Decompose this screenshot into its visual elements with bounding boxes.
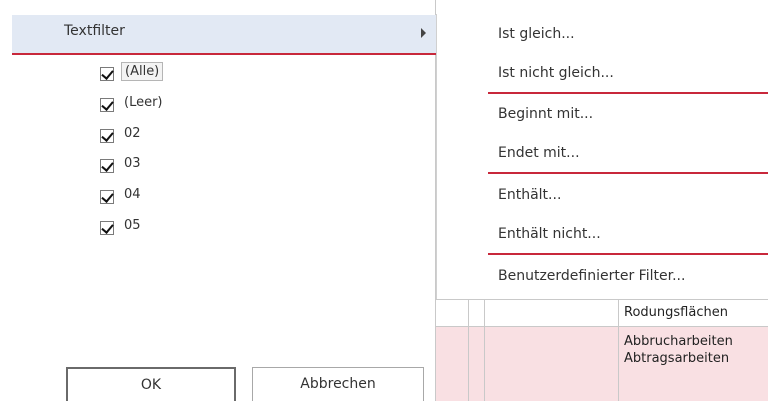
checkbox-icon[interactable] xyxy=(100,98,114,112)
checkbox-icon[interactable] xyxy=(100,159,114,173)
table-cell: Rodungsflächen xyxy=(624,305,728,320)
menu-item-ist-gleich[interactable]: Ist gleich... xyxy=(498,26,575,42)
data-grid: Rodungsflächen Abbrucharbeiten Abtragsar… xyxy=(436,299,768,401)
list-item-label: (Alle) xyxy=(121,62,164,81)
cell-line: Abbrucharbeiten xyxy=(624,334,733,349)
textfilter-menu-item[interactable]: Textfilter xyxy=(12,15,436,55)
chevron-right-icon xyxy=(421,28,426,38)
table-cell: Abbrucharbeiten Abtragsarbeiten xyxy=(624,333,733,367)
list-item-03[interactable]: 03 xyxy=(100,154,300,178)
list-item-alle[interactable]: (Alle) xyxy=(100,62,300,86)
ok-button[interactable]: OK xyxy=(66,367,236,401)
menu-item-endet-mit[interactable]: Endet mit... xyxy=(498,145,580,161)
menu-item-beginnt-mit[interactable]: Beginnt mit... xyxy=(498,106,593,122)
menu-separator xyxy=(488,253,768,255)
checkbox-icon[interactable] xyxy=(100,221,114,235)
column-divider xyxy=(468,299,469,401)
checkbox-icon[interactable] xyxy=(100,190,114,204)
checkbox-icon[interactable] xyxy=(100,129,114,143)
menu-separator xyxy=(488,92,768,94)
list-item-label: (Leer) xyxy=(124,95,163,110)
menu-item-ist-nicht-gleich[interactable]: Ist nicht gleich... xyxy=(498,65,614,81)
cancel-button[interactable]: Abbrechen xyxy=(252,367,424,401)
checkbox-icon[interactable] xyxy=(100,67,114,81)
menu-separator xyxy=(488,172,768,174)
textfilter-submenu: Ist gleich... Ist nicht gleich... Beginn… xyxy=(436,14,768,299)
filter-panel: Textfilter (Alle) (Leer) 02 03 04 05 OK … xyxy=(0,0,436,401)
menu-item-enthaelt-nicht[interactable]: Enthält nicht... xyxy=(498,226,601,242)
textfilter-label: Textfilter xyxy=(64,23,125,39)
list-item-label: 04 xyxy=(124,187,141,202)
menu-item-benutzerdefinierter-filter[interactable]: Benutzerdefinierter Filter... xyxy=(498,268,685,284)
list-item-02[interactable]: 02 xyxy=(100,124,300,148)
menu-item-enthaelt[interactable]: Enthält... xyxy=(498,187,561,203)
list-item-04[interactable]: 04 xyxy=(100,185,300,209)
column-divider xyxy=(618,299,619,401)
list-item-label: 02 xyxy=(124,126,141,141)
list-item-label: 03 xyxy=(124,156,141,171)
table-row[interactable]: Abbrucharbeiten Abtragsarbeiten xyxy=(436,327,768,401)
list-item-leer[interactable]: (Leer) xyxy=(100,93,300,117)
list-item-label: 05 xyxy=(124,218,141,233)
table-row: Rodungsflächen xyxy=(436,299,768,327)
cell-line: Abtragsarbeiten xyxy=(624,351,730,366)
column-divider xyxy=(484,299,485,401)
list-item-05[interactable]: 05 xyxy=(100,216,300,240)
